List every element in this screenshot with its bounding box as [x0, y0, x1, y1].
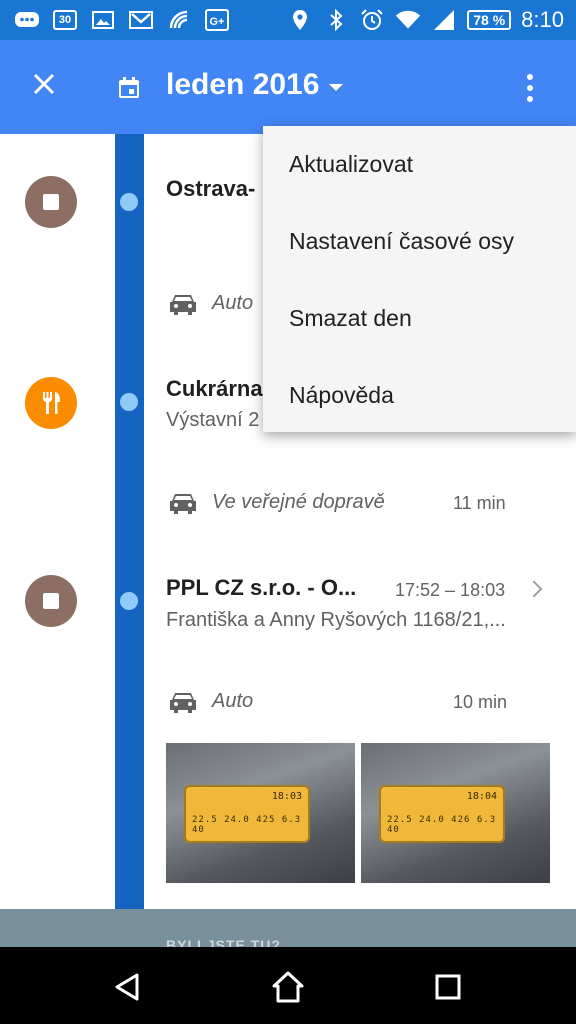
- recents-button[interactable]: [430, 969, 466, 1005]
- menu-item-delete-day[interactable]: Smazat den: [263, 280, 576, 357]
- travel-mode: Auto: [212, 292, 254, 314]
- travel-duration: 10 min: [453, 692, 508, 712]
- messages-icon: [14, 9, 40, 31]
- place-address: Františka a Anny Ryšových 1168/21,...: [166, 609, 506, 631]
- travel-mode: Auto: [212, 690, 254, 712]
- calendar-day: 30: [53, 10, 77, 30]
- travel-mode: Ve veřejné dopravě: [212, 491, 385, 513]
- overflow-menu: Aktualizovat Nastavení časové osy Smazat…: [263, 126, 576, 432]
- timeline-rail: [115, 134, 144, 947]
- more-options-button[interactable]: [515, 70, 545, 106]
- dashboard-display: 18:03 22.5 24.0 425 6.3 40: [184, 785, 310, 843]
- bluetooth-icon: [323, 9, 349, 31]
- svg-text:G+: G+: [210, 16, 225, 28]
- dropdown-arrow-icon: [329, 83, 344, 91]
- app-bar: leden 2016: [0, 40, 576, 134]
- car-icon: [170, 494, 196, 514]
- calendar-icon: 30: [52, 9, 78, 31]
- car-icon: [170, 295, 196, 315]
- display-values: 22.5 24.0 426 6.3 40: [387, 815, 497, 835]
- close-icon: [33, 73, 55, 95]
- battery-icon: 78 %: [467, 10, 512, 30]
- back-button[interactable]: [110, 969, 146, 1005]
- timeline-dot: [120, 193, 138, 211]
- photo-thumbnail[interactable]: 18:04 22.5 24.0 426 6.3 40: [361, 743, 550, 883]
- home-icon: [272, 971, 304, 1003]
- place-title[interactable]: Ostrava-: [166, 176, 255, 202]
- navigation-bar: [0, 947, 576, 1024]
- display-time: 18:03: [271, 791, 302, 802]
- image-icon: [90, 9, 116, 31]
- stop-icon: [25, 575, 77, 627]
- photo-thumbnail[interactable]: 18:03 22.5 24.0 425 6.3 40: [166, 743, 355, 883]
- google-plus-icon: G+: [204, 9, 230, 31]
- place-address: Výstavní 2: [166, 409, 260, 431]
- calendar-icon[interactable]: [117, 76, 141, 100]
- stop-icon: [25, 176, 77, 228]
- status-bar: 30 G+ 78 % 8:10: [0, 0, 576, 40]
- page-title: leden 2016: [166, 68, 320, 101]
- travel-duration: 11 min: [453, 493, 506, 513]
- menu-item-refresh[interactable]: Aktualizovat: [263, 126, 576, 203]
- back-icon: [115, 973, 139, 1001]
- car-icon: [170, 693, 196, 713]
- place-title[interactable]: Cukrárna: [166, 376, 263, 402]
- gmail-icon: [128, 9, 154, 31]
- close-button[interactable]: [26, 66, 62, 102]
- signal-icon: [431, 9, 457, 31]
- timeline-dot: [120, 592, 138, 610]
- restaurant-icon: [25, 377, 77, 429]
- dashboard-display: 18:04 22.5 24.0 426 6.3 40: [379, 785, 505, 843]
- home-button[interactable]: [270, 969, 306, 1005]
- location-icon: [287, 9, 313, 31]
- alarm-icon: [359, 9, 385, 31]
- place-title[interactable]: PPL CZ s.r.o. - O...: [166, 575, 356, 601]
- recents-icon: [435, 974, 461, 1000]
- timeline-screen: 30 G+ 78 % 8:10 leden 2016 Ostrava- Auto…: [0, 0, 576, 1024]
- place-time: 17:52 – 18:03: [395, 580, 506, 600]
- menu-item-help[interactable]: Nápověda: [263, 357, 576, 434]
- menu-item-timeline-settings[interactable]: Nastavení časové osy: [263, 203, 576, 280]
- wifi-icon: [395, 9, 421, 31]
- status-time: 8:10: [521, 7, 564, 32]
- date-picker-button[interactable]: leden 2016: [166, 68, 344, 102]
- hangouts-icon: [166, 9, 192, 31]
- display-time: 18:04: [466, 791, 497, 802]
- display-values: 22.5 24.0 425 6.3 40: [192, 815, 302, 835]
- more-vert-icon: [527, 74, 533, 80]
- visited-prompt-banner[interactable]: BYLI JSTE TU?: [0, 909, 576, 947]
- system-icons: 78 % 8:10: [287, 0, 564, 40]
- timeline-dot: [120, 393, 138, 411]
- notification-icons: 30 G+: [0, 9, 230, 31]
- chevron-right-icon[interactable]: [525, 580, 543, 598]
- banner-text: BYLI JSTE TU?: [166, 937, 281, 947]
